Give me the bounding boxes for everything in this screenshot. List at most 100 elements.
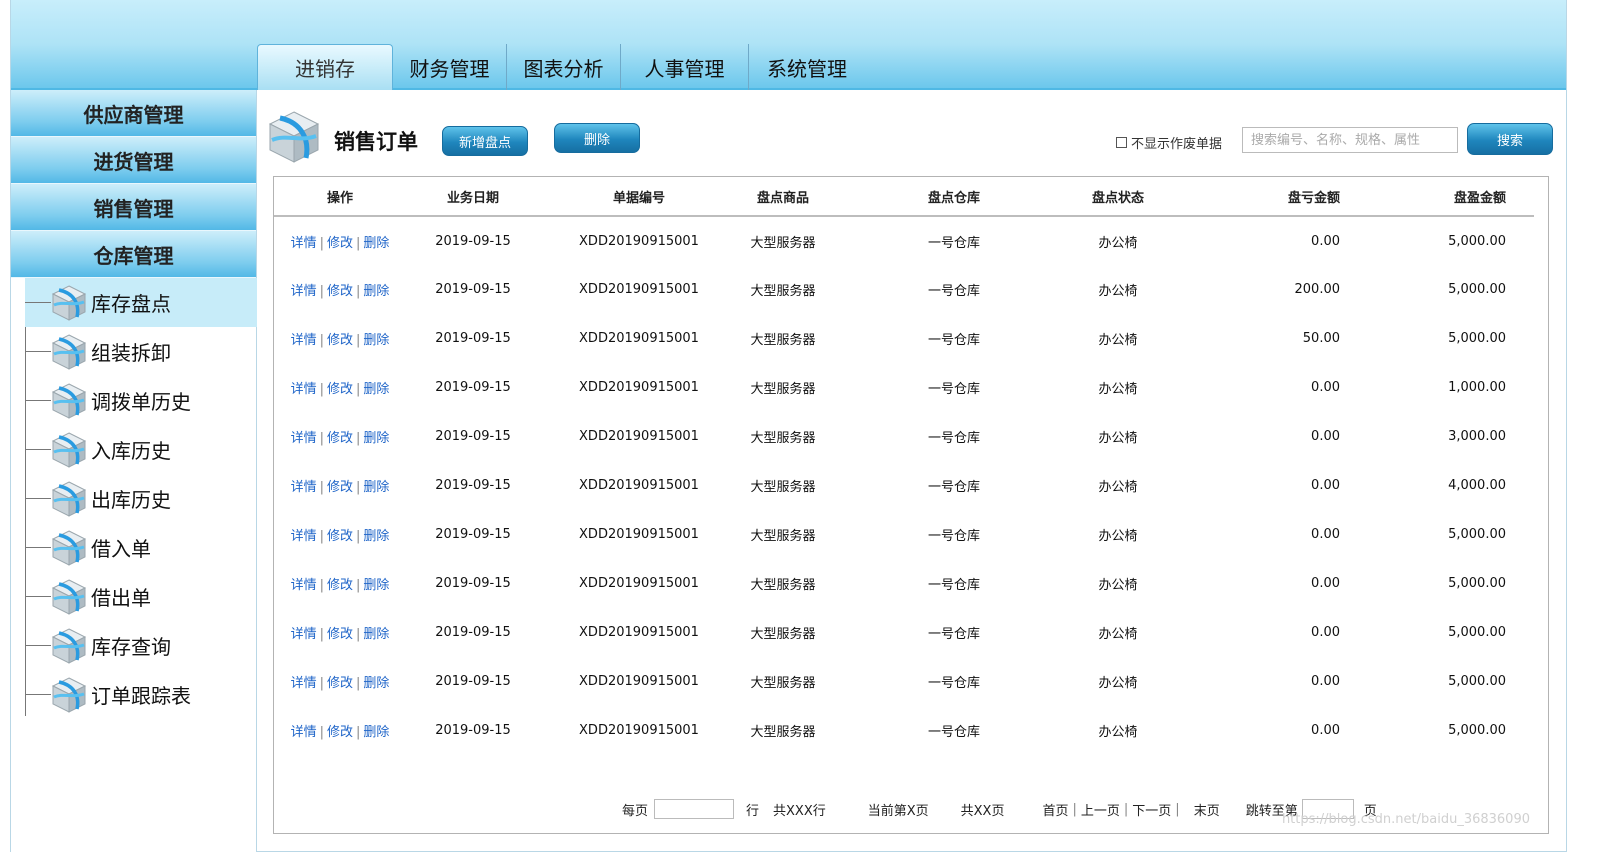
checkbox-box[interactable] <box>1116 137 1127 148</box>
edit-link[interactable]: 修改 <box>327 236 353 251</box>
tree-branch-line <box>25 596 51 597</box>
delete-link[interactable]: 删除 <box>363 333 389 348</box>
detail-link[interactable]: 详情 <box>291 627 317 642</box>
delete-link[interactable]: 删除 <box>363 725 389 740</box>
table-header-row: 操作 业务日期 单据编号 盘点商品 盘点仓库 盘点状态 盘亏金额 盘盈金额 <box>274 177 1534 216</box>
detail-link[interactable]: 详情 <box>291 578 317 593</box>
nav-tab-4[interactable]: 系统管理 <box>749 44 865 90</box>
sidebar-item-3[interactable]: 入库历史 <box>25 425 257 474</box>
current-page: 当前第X页 <box>867 803 929 819</box>
detail-link[interactable]: 详情 <box>291 236 317 251</box>
sidebar-category-1[interactable]: 进货管理 <box>11 137 256 184</box>
delete-link[interactable]: 删除 <box>363 236 389 251</box>
delete-link[interactable]: 删除 <box>363 627 389 642</box>
action-separator: | <box>356 382 361 397</box>
edit-link[interactable]: 修改 <box>327 578 353 593</box>
detail-link[interactable]: 详情 <box>291 529 317 544</box>
edit-link[interactable]: 修改 <box>327 529 353 544</box>
sidebar-item-7[interactable]: 库存查询 <box>25 621 257 670</box>
search-input[interactable] <box>1242 127 1458 153</box>
product-cell: 大型服务器 <box>750 333 816 348</box>
delete-link[interactable]: 删除 <box>363 578 389 593</box>
search-button[interactable]: 搜索 <box>1467 123 1553 155</box>
action-separator: | <box>319 676 324 691</box>
detail-link[interactable]: 详情 <box>291 480 317 495</box>
column-header-6: 盘亏金额 <box>1287 190 1340 206</box>
tree-branch-line <box>25 400 51 401</box>
table-row: 详情 | 修改 | 删除 2019-09-15 XDD20190915001 大型服务器 一号仓… <box>274 510 1534 559</box>
sidebar-item-6[interactable]: 借出单 <box>25 572 257 621</box>
rows-unit-label: 行 <box>746 803 760 819</box>
delete-link[interactable]: 删除 <box>363 431 389 446</box>
action-separator: | <box>356 627 361 642</box>
warehouse-cell: 一号仓库 <box>927 333 980 348</box>
action-separator: | <box>319 333 324 348</box>
nav-tab-0[interactable]: 进销存 <box>257 44 393 90</box>
order-number-cell: XDD20190915001 <box>579 674 699 689</box>
table-row: 详情 | 修改 | 删除 2019-09-15 XDD20190915001 大型服务器 一号仓… <box>274 657 1534 706</box>
row-actions: 详情 | 修改 | 删除 <box>274 657 406 706</box>
cube-icon <box>51 285 87 321</box>
delete-link[interactable]: 删除 <box>363 529 389 544</box>
edit-link[interactable]: 修改 <box>327 333 353 348</box>
sidebar-item-4[interactable]: 出库历史 <box>25 474 257 523</box>
orders-table-container: 操作 业务日期 单据编号 盘点商品 盘点仓库 盘点状态 盘亏金额 盘盈金额 详情 | 修改 | 删除 2… <box>273 176 1549 834</box>
edit-link[interactable]: 修改 <box>327 431 353 446</box>
delete-link[interactable]: 删除 <box>363 480 389 495</box>
edit-link[interactable]: 修改 <box>327 284 353 299</box>
edit-link[interactable]: 修改 <box>327 725 353 740</box>
detail-link[interactable]: 详情 <box>291 431 317 446</box>
nav-tab-2[interactable]: 图表分析 <box>507 44 621 90</box>
last-page-link[interactable]: 末页 <box>1194 800 1220 819</box>
action-separator: | <box>319 235 324 251</box>
sidebar-item-2[interactable]: 调拨单历史 <box>25 376 257 425</box>
row-actions: 详情 | 修改 | 删除 <box>274 510 406 559</box>
sidebar-item-1[interactable]: 组装拆卸 <box>25 327 257 376</box>
gain-amount-cell: 5,000.00 <box>1448 282 1506 297</box>
prev-page-link[interactable]: 上一页 <box>1081 800 1120 819</box>
sidebar-category-3[interactable]: 仓库管理 <box>11 231 256 278</box>
sidebar-item-label: 入库历史 <box>91 439 171 463</box>
edit-link[interactable]: 修改 <box>327 382 353 397</box>
gain-amount-cell: 5,000.00 <box>1448 576 1506 591</box>
row-actions: 详情 | 修改 | 删除 <box>274 412 406 461</box>
date-cell: 2019-09-15 <box>435 576 511 591</box>
delete-link[interactable]: 删除 <box>363 676 389 691</box>
detail-link[interactable]: 详情 <box>291 284 317 299</box>
delete-link[interactable]: 删除 <box>363 382 389 397</box>
sidebar-item-8[interactable]: 订单跟踪表 <box>25 670 257 719</box>
detail-link[interactable]: 详情 <box>291 333 317 348</box>
pager-separator: | <box>1123 801 1129 817</box>
nav-tab-1[interactable]: 财务管理 <box>393 44 507 90</box>
status-cell: 办公椅 <box>1098 627 1138 642</box>
action-separator: | <box>319 431 324 446</box>
loss-amount-cell: 0.00 <box>1311 233 1340 249</box>
row-actions: 详情 | 修改 | 删除 <box>274 461 406 510</box>
nav-tab-3[interactable]: 人事管理 <box>621 44 749 90</box>
sidebar-item-5[interactable]: 借入单 <box>25 523 257 572</box>
next-page-link[interactable]: 下一页 <box>1132 800 1171 819</box>
delete-button[interactable]: 删除 <box>554 123 640 153</box>
loss-amount-cell: 0.00 <box>1311 674 1340 689</box>
detail-link[interactable]: 详情 <box>291 725 317 740</box>
edit-link[interactable]: 修改 <box>327 480 353 495</box>
sidebar-item-label: 借出单 <box>91 586 151 610</box>
status-cell: 办公椅 <box>1098 725 1138 740</box>
sidebar-category-2[interactable]: 销售管理 <box>11 184 256 231</box>
column-header-3: 盘点商品 <box>756 190 809 206</box>
per-page-input[interactable] <box>654 799 735 819</box>
order-number-cell: XDD20190915001 <box>579 723 699 738</box>
sidebar-item-0[interactable]: 库存盘点 <box>25 278 257 327</box>
detail-link[interactable]: 详情 <box>291 382 317 397</box>
delete-link[interactable]: 删除 <box>363 284 389 299</box>
date-cell: 2019-09-15 <box>435 527 511 542</box>
add-inventory-button[interactable]: 新增盘点 <box>442 126 528 156</box>
edit-link[interactable]: 修改 <box>327 627 353 642</box>
detail-link[interactable]: 详情 <box>291 676 317 691</box>
sidebar-category-0[interactable]: 供应商管理 <box>11 90 256 137</box>
main-content: 销售订单 新增盘点 删除 不显示作废单据 搜索 操作 业务日期 单据编号 盘点商品 盘点… <box>258 92 1567 852</box>
first-page-link[interactable]: 首页 <box>1042 800 1068 819</box>
sidebar-tree: 库存盘点 组装拆卸 调拨单历史入库历史出库历史 借入单借出单库存查询 订单跟踪表 <box>25 278 257 719</box>
edit-link[interactable]: 修改 <box>327 676 353 691</box>
hide-void-checkbox[interactable]: 不显示作废单据 <box>1116 133 1222 152</box>
